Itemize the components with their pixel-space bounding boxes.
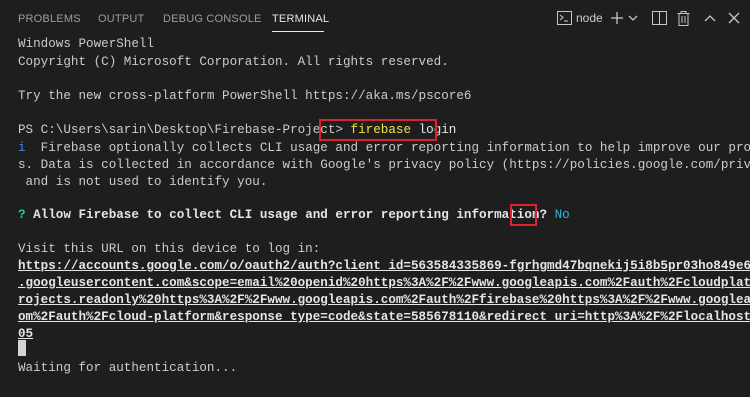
prompt-path: PS C:\Users\sarin\Desktop\Firebase-Proje…	[18, 123, 343, 137]
auth-url-line-2[interactable]: .googleusercontent.com&scope=email%20ope…	[18, 275, 750, 292]
terminal-selector-label[interactable]: node	[576, 11, 603, 25]
info-line-2: s. Data is collected in accordance with …	[18, 158, 750, 172]
question-answer: No	[554, 208, 570, 222]
trash-icon[interactable]	[674, 8, 692, 28]
auth-url-line-1[interactable]: https://accounts.google.com/o/oauth2/aut…	[18, 258, 750, 275]
chevron-down-icon[interactable]	[627, 8, 639, 28]
auth-url-line-3[interactable]: rojects.readonly%20https%3A%2F%2Fwww.goo…	[18, 292, 750, 309]
terminal-output[interactable]: Windows PowerShell Copyright (C) Microso…	[0, 36, 750, 397]
terminal-panel: PROBLEMS OUTPUT DEBUG CONSOLE TERMINAL n…	[0, 0, 750, 397]
prompt-line: PS C:\Users\sarin\Desktop\Firebase-Proje…	[18, 122, 456, 139]
copyright-line: Copyright (C) Microsoft Corporation. All…	[18, 55, 449, 69]
active-tab-indicator	[272, 31, 324, 32]
command-name: firebase	[350, 123, 412, 137]
info-line-3: and is not used to identify you.	[18, 175, 268, 189]
tab-output[interactable]: OUTPUT	[98, 12, 144, 26]
split-icon[interactable]	[650, 8, 668, 28]
auth-url-line-4[interactable]: om%2Fauth%2Fcloud-platform&response_type…	[18, 309, 750, 326]
terminal-cursor	[18, 340, 26, 356]
command-argument: login	[418, 123, 457, 137]
question-text: Allow Firebase to collect CLI usage and …	[25, 208, 548, 222]
pscore-tip-line: Try the new cross-platform PowerShell ht…	[18, 89, 472, 103]
plus-icon[interactable]	[609, 8, 625, 28]
question-line: ? Allow Firebase to collect CLI usage an…	[18, 207, 570, 224]
info-text-1: Firebase optionally collects CLI usage a…	[25, 141, 750, 155]
waiting-line: Waiting for authentication...	[18, 361, 238, 375]
powershell-banner: Windows PowerShell	[18, 37, 155, 51]
terminal-icon[interactable]	[555, 8, 573, 28]
panel-tab-bar: PROBLEMS OUTPUT DEBUG CONSOLE TERMINAL n…	[0, 0, 750, 36]
info-icon: i	[18, 141, 26, 155]
info-line-1: i Firebase optionally collects CLI usage…	[18, 140, 750, 157]
visit-url-line: Visit this URL on this device to log in:	[18, 242, 321, 256]
chevron-up-icon[interactable]	[702, 8, 718, 28]
question-icon: ?	[18, 208, 26, 222]
tab-problems[interactable]: PROBLEMS	[18, 12, 81, 26]
close-icon[interactable]	[726, 8, 742, 28]
tab-debug-console[interactable]: DEBUG CONSOLE	[163, 12, 262, 26]
tab-terminal[interactable]: TERMINAL	[272, 12, 329, 26]
